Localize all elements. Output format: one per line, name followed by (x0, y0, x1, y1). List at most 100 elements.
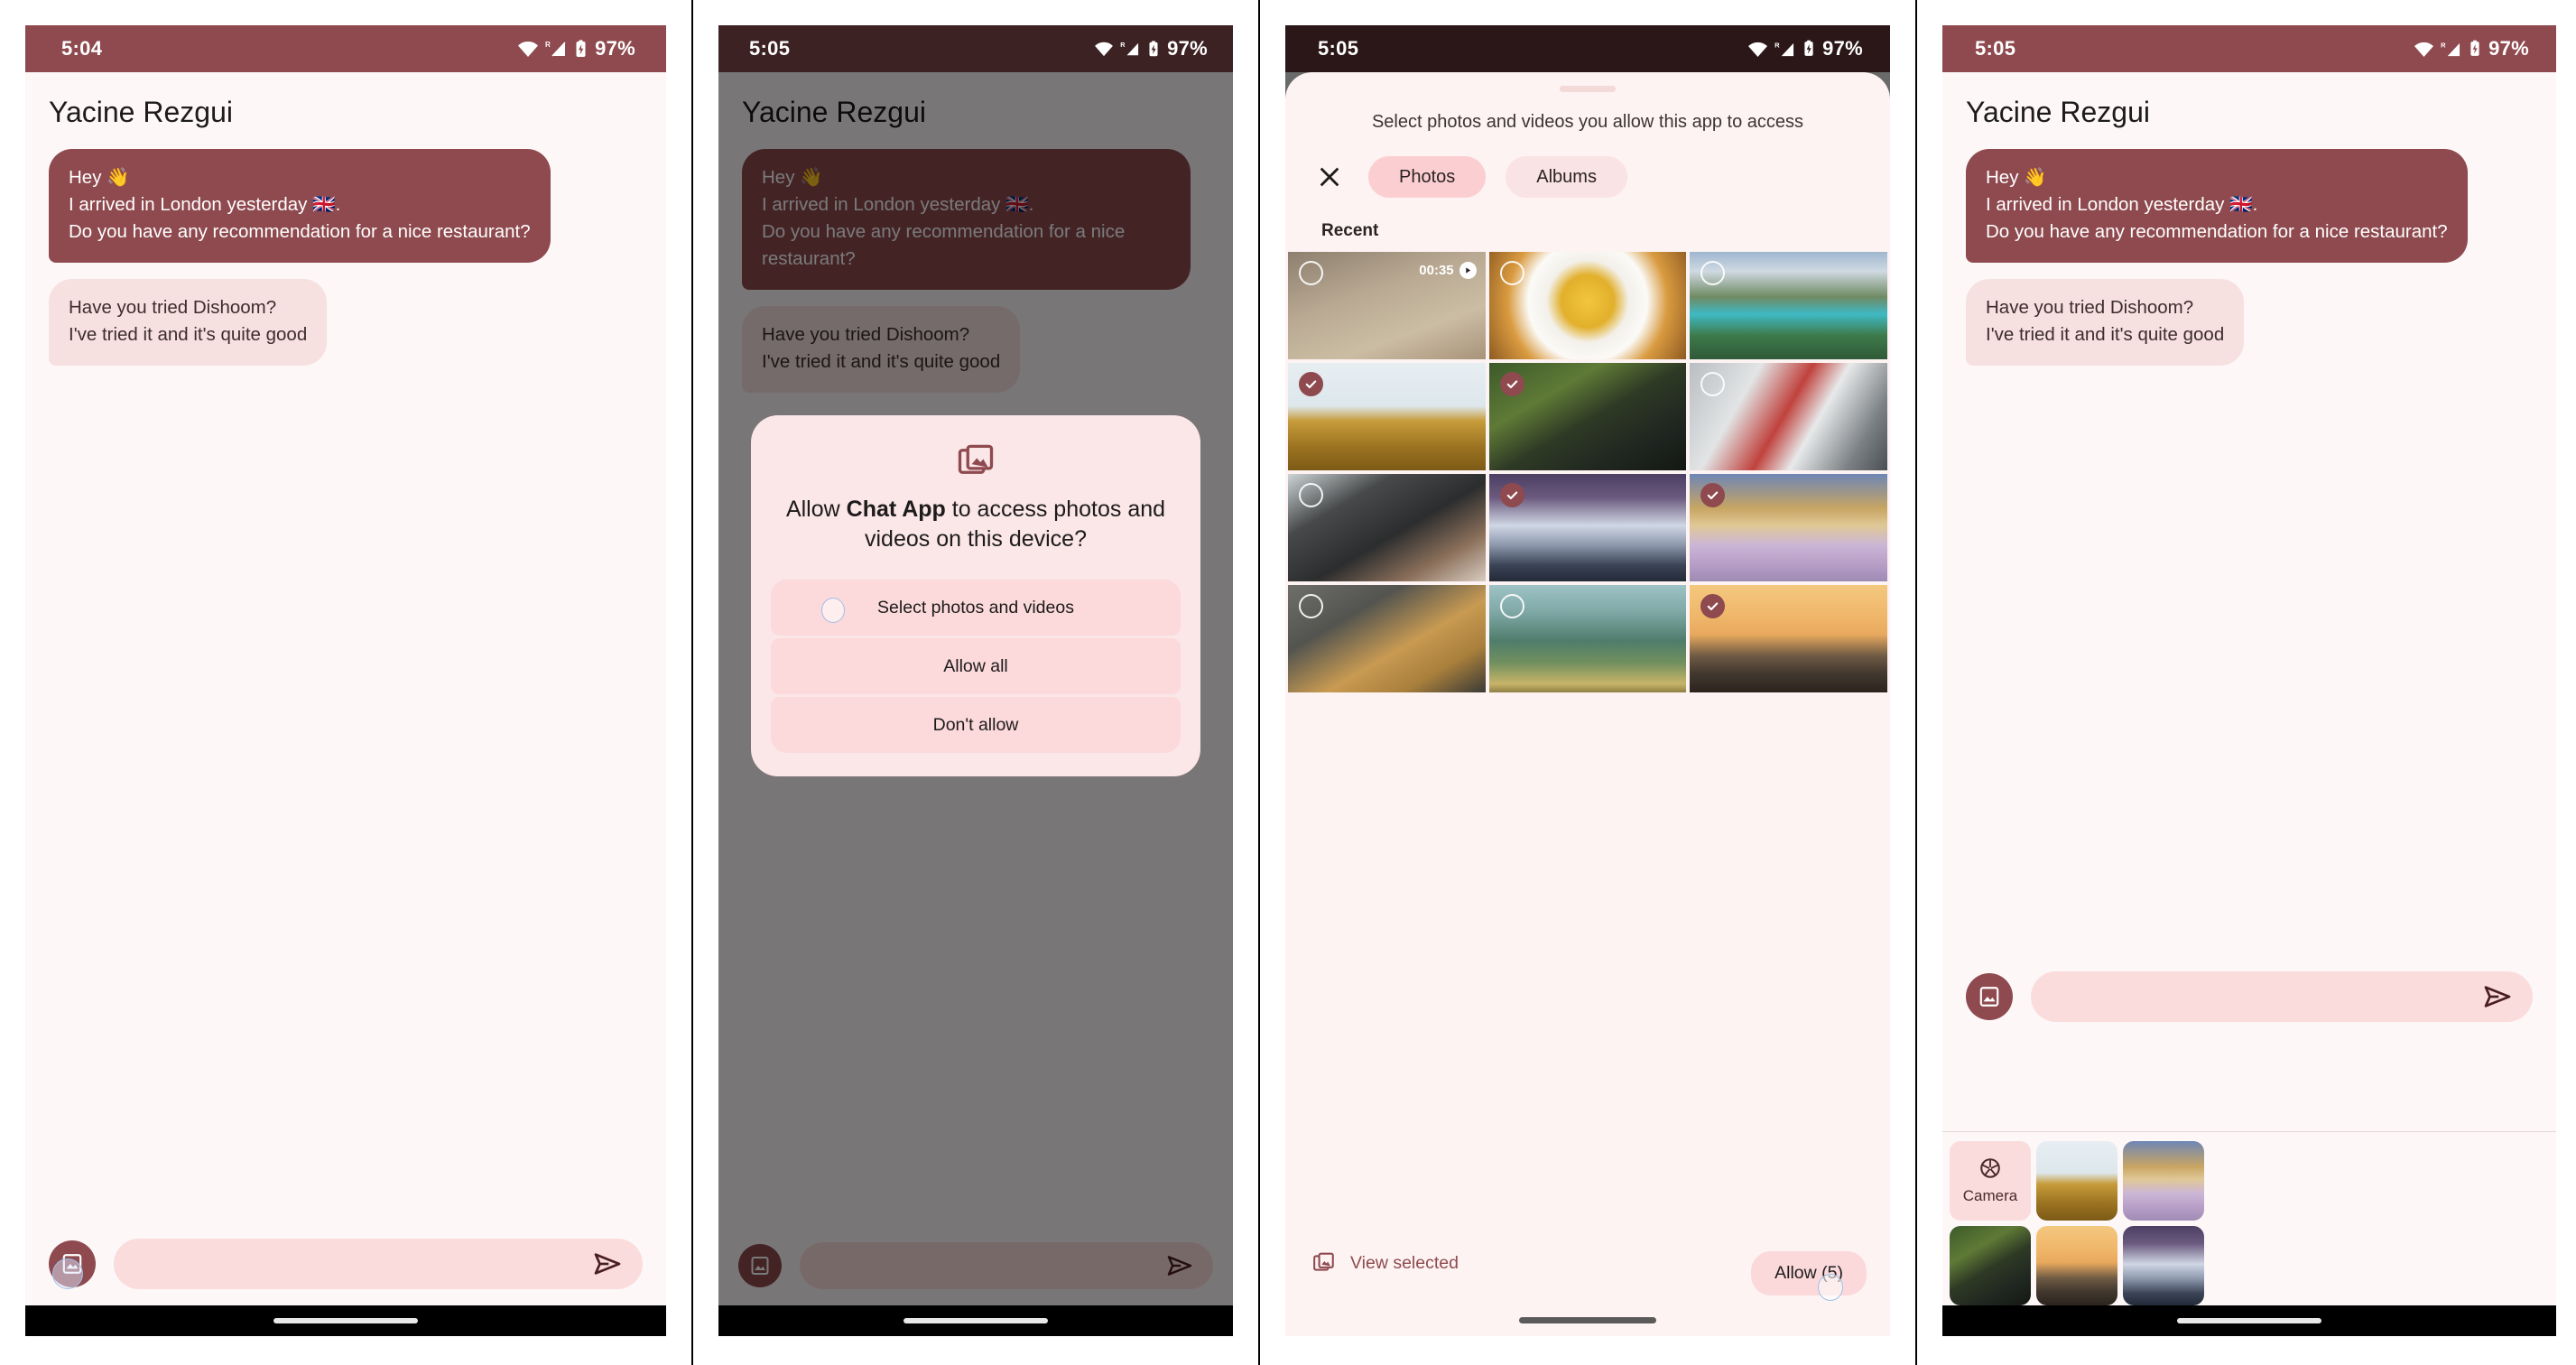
status-icons: R 97% (517, 37, 635, 60)
tab-label: Albums (1536, 166, 1597, 187)
battery-percent: 97% (2488, 37, 2529, 60)
photo-cell-winter-city[interactable] (1690, 474, 1887, 581)
panel-divider (1258, 0, 1260, 1365)
tray-photo-lone-tree-field[interactable] (2036, 1141, 2117, 1221)
view-selected-button[interactable]: View selected (1312, 1251, 1459, 1275)
message-bubble-incoming: Hey 👋 I arrived in London yesterday 🇬🇧. … (1966, 149, 2468, 263)
check-icon (1506, 380, 1517, 389)
photo-grid: 00:35 (1285, 252, 1890, 692)
view-selected-label: View selected (1350, 1252, 1459, 1273)
chat-body: Yacine Rezgui Hey 👋 I arrived in London … (25, 72, 666, 366)
attachment-tray: Camera (1942, 1131, 2556, 1305)
wifi-icon (2414, 42, 2434, 57)
panel-divider (1915, 0, 1917, 1365)
selection-checkbox[interactable] (1499, 594, 1524, 618)
send-icon[interactable] (2482, 985, 2513, 1008)
phone-screen-chat-with-tray: 5:05 R 97% Yacine Rezgui Hey 👋 I arrived… (1942, 25, 2556, 1336)
selection-checkbox[interactable] (1299, 483, 1323, 507)
dialog-title-prefix: Allow (785, 497, 847, 522)
check-icon (1708, 491, 1719, 500)
status-icons: R 97% (1094, 37, 1208, 60)
photo-cell-pasta-plate[interactable] (1488, 252, 1687, 359)
message-list: Hey 👋 I arrived in London yesterday 🇬🇧. … (1942, 145, 2556, 366)
check-icon (1506, 491, 1517, 500)
photo-cell-couple-garden[interactable] (1488, 363, 1687, 470)
photo-cell-man-sunglasses[interactable] (1288, 585, 1486, 692)
selection-checkbox[interactable] (1499, 261, 1524, 285)
status-bar: 5:05 R 97% (1942, 25, 2556, 72)
panel-divider (691, 0, 693, 1365)
home-indicator-wrap (1285, 1317, 1890, 1323)
option-label: Select photos and videos (877, 597, 1074, 618)
photo-cell-lone-tree-field[interactable] (1288, 363, 1486, 470)
option-dont-allow[interactable]: Don't allow (771, 697, 1181, 753)
message-input[interactable] (2031, 971, 2533, 1022)
send-icon[interactable] (592, 1252, 623, 1276)
status-bar: 5:04 R 97% (25, 25, 666, 72)
attach-image-button[interactable] (1966, 973, 2013, 1020)
tray-photo-couple-garden[interactable] (1950, 1226, 2031, 1305)
selection-checkbox[interactable] (1299, 594, 1323, 618)
page-title: Yacine Rezgui (1966, 96, 2150, 128)
selection-checkbox[interactable] (1499, 483, 1524, 507)
selection-checkbox[interactable] (1700, 483, 1726, 507)
tray-photo-snowy-mountain[interactable] (2123, 1226, 2204, 1305)
svg-text:R: R (1774, 41, 1780, 49)
page-title: Yacine Rezgui (49, 96, 233, 128)
photo-library-icon (1313, 1252, 1334, 1271)
tray-photo-suv-sunset[interactable] (2036, 1226, 2117, 1305)
phone-screen-photo-picker: 5:05 R 97% Select photos and videos you … (1285, 25, 1890, 1336)
status-bar: 5:05 R 97% (1285, 25, 1890, 72)
check-icon (1305, 380, 1317, 389)
status-icons: R 97% (1747, 37, 1863, 60)
tab-albums[interactable]: Albums (1506, 156, 1627, 198)
home-indicator[interactable] (903, 1318, 1048, 1323)
permission-dialog: Allow Chat App to access photos and vide… (751, 415, 1200, 776)
option-allow-all[interactable]: Allow all (771, 638, 1181, 694)
photo-cell-suv-sunset[interactable] (1690, 585, 1887, 692)
option-select-photos-and-videos[interactable]: Select photos and videos (771, 580, 1181, 636)
home-indicator[interactable] (1519, 1317, 1656, 1323)
selection-checkbox[interactable] (1700, 261, 1726, 285)
selection-checkbox[interactable] (1299, 372, 1323, 396)
message-input[interactable] (114, 1239, 643, 1289)
photo-cell-snowy-mountain[interactable] (1488, 474, 1687, 581)
play-icon (1459, 262, 1477, 279)
status-time: 5:05 (749, 37, 791, 60)
dialog-title: Allow Chat App to access photos and vide… (771, 495, 1181, 563)
system-navigation-bar (718, 1305, 1233, 1336)
tab-label: Photos (1399, 166, 1456, 187)
selection-checkbox[interactable] (1499, 372, 1524, 396)
camera-button[interactable]: Camera (1950, 1141, 2031, 1221)
touch-ripple (52, 1258, 83, 1289)
wifi-icon (1748, 42, 1768, 57)
tray-photo-winter-city[interactable] (2123, 1141, 2204, 1221)
status-bar: 5:05 R 97% (718, 25, 1233, 72)
photo-cell-cabin-woman[interactable] (1288, 474, 1486, 581)
phone-screen-chat-initial: 5:04 R 97% Yacine Rezgui Hey 👋 I arrived… (25, 25, 666, 1336)
attach-image-button[interactable] (49, 1240, 96, 1289)
tab-photos[interactable]: Photos (1368, 156, 1487, 198)
video-duration-badge: 00:35 (1419, 262, 1477, 279)
camera-label: Camera (1962, 1187, 2018, 1204)
selection-checkbox[interactable] (1700, 372, 1726, 396)
home-indicator[interactable] (2177, 1318, 2321, 1323)
status-time: 5:05 (1318, 37, 1359, 60)
photo-cell-wooden-floor-video[interactable]: 00:35 (1288, 252, 1486, 359)
message-composer (25, 1226, 666, 1305)
selection-checkbox[interactable] (1299, 261, 1323, 285)
allow-button[interactable]: Allow (5) (1751, 1251, 1867, 1301)
touch-ripple (1818, 1274, 1843, 1301)
check-icon (1708, 602, 1719, 611)
photo-cell-misty-forest[interactable] (1488, 585, 1687, 692)
photo-cell-tube-platform[interactable] (1690, 363, 1887, 470)
battery-charging-icon (2470, 40, 2479, 56)
dialog-app-name: Chat App (846, 497, 946, 522)
sheet-drag-handle[interactable] (1560, 86, 1616, 92)
message-bubble-outgoing: Have you tried Dishoom? I've tried it an… (49, 279, 328, 366)
status-time: 5:04 (61, 37, 103, 60)
close-button[interactable] (1311, 158, 1348, 196)
photo-cell-alpine-lake[interactable] (1690, 252, 1887, 359)
selection-checkbox[interactable] (1700, 594, 1726, 618)
home-indicator[interactable] (273, 1318, 418, 1323)
